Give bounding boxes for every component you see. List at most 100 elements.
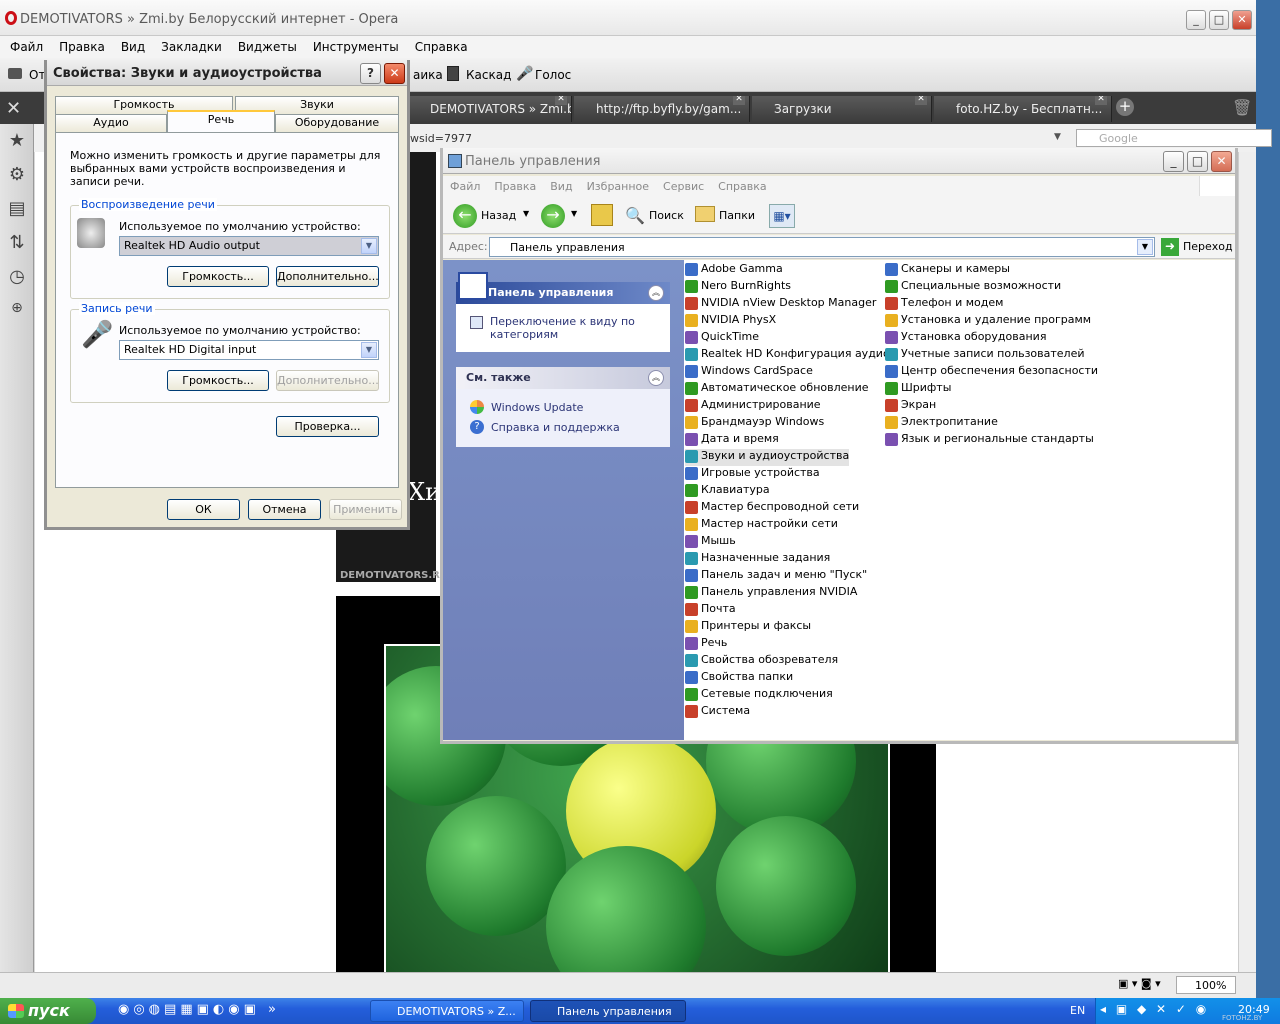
cp-item[interactable]: Назначенные задания: [685, 551, 830, 568]
menu-item[interactable]: Правка: [51, 38, 113, 56]
windows-icon[interactable]: ▤: [6, 198, 28, 220]
cp-minimize-button[interactable]: _: [1163, 151, 1184, 172]
recording-device-select[interactable]: Realtek HD Digital input ▼: [119, 340, 379, 360]
voice-button[interactable]: Голос: [535, 68, 571, 82]
cp-item[interactable]: Телефон и модем: [885, 296, 1003, 313]
playback-volume-button[interactable]: Громкость...: [167, 266, 269, 287]
cp-item[interactable]: Принтеры и факсы: [685, 619, 811, 636]
tab-downloads[interactable]: Загрузки ✕: [752, 96, 932, 122]
cp-item[interactable]: Игровые устройства: [685, 466, 820, 483]
cp-item[interactable]: Дата и время: [685, 432, 779, 449]
cp-item[interactable]: Система: [685, 704, 750, 721]
cp-item[interactable]: Учетные записи пользователей: [885, 347, 1085, 364]
forward-dropdown-icon[interactable]: ▼: [571, 209, 577, 218]
cp-menu-item[interactable]: Избранное: [580, 178, 656, 196]
cp-item[interactable]: Realtek HD Конфигурация аудио: [685, 347, 890, 364]
tab-foto[interactable]: foto.HZ.by - Бесплатн... ✕: [934, 96, 1112, 122]
cp-item[interactable]: Мастер настройки сети: [685, 517, 838, 534]
cp-close-button[interactable]: ✕: [1211, 151, 1232, 172]
address-field[interactable]: wsid=7977: [410, 132, 472, 145]
playback-device-select[interactable]: Realtek HD Audio output ▼: [119, 236, 379, 256]
page-vertical-scrollbar[interactable]: [1238, 152, 1256, 972]
cp-item[interactable]: Брандмауэр Windows: [685, 415, 824, 432]
cp-item[interactable]: Установка и удаление программ: [885, 313, 1091, 330]
cp-item[interactable]: Администрирование: [685, 398, 821, 415]
tray-icons[interactable]: ◂ ▣ ◆ ✕ ✓ ◉: [1100, 1002, 1209, 1016]
tab-hardware[interactable]: Оборудование: [275, 114, 399, 132]
tab-ftp[interactable]: http://ftp.byfly.by/gam... ✕: [574, 96, 750, 122]
cp-item[interactable]: NVIDIA nView Desktop Manager: [685, 296, 876, 313]
dropdown-arrow-icon[interactable]: ▼: [361, 342, 377, 358]
folders-button[interactable]: Папки: [719, 209, 755, 222]
menu-item[interactable]: Инструменты: [305, 38, 407, 56]
menu-item[interactable]: Виджеты: [230, 38, 305, 56]
transfers-icon[interactable]: ⇅: [6, 232, 28, 254]
switch-view-link[interactable]: Переключение к виду по категориям: [490, 315, 658, 341]
widgets-gear-icon[interactable]: ⚙: [6, 164, 28, 186]
cp-menu-item[interactable]: Правка: [487, 178, 543, 196]
trash-icon[interactable]: 🗑: [1232, 98, 1252, 117]
cp-menu-item[interactable]: Файл: [443, 178, 487, 196]
see-also-chevron-icon[interactable]: ︽: [648, 370, 664, 386]
cp-item[interactable]: Звуки и аудиоустройства: [685, 449, 850, 466]
dropdown-arrow-icon[interactable]: ▼: [361, 238, 377, 254]
cp-item[interactable]: Специальные возможности: [885, 279, 1061, 296]
cp-item[interactable]: Клавиатура: [685, 483, 770, 500]
maximize-button[interactable]: □: [1209, 10, 1229, 30]
address-input[interactable]: Панель управления ▼: [489, 237, 1155, 257]
back-dropdown-icon[interactable]: ▼: [523, 209, 529, 218]
back-button[interactable]: Назад: [481, 209, 516, 222]
minimize-button[interactable]: _: [1186, 10, 1206, 30]
go-arrow-icon[interactable]: ➜: [1161, 238, 1179, 256]
tab-close-icon[interactable]: ✕: [733, 96, 745, 105]
cp-item[interactable]: Сканеры и камеры: [885, 262, 1010, 279]
go-button[interactable]: Переход: [1183, 240, 1233, 253]
tab-close-icon[interactable]: ✕: [555, 96, 567, 105]
cp-item[interactable]: Панель задач и меню "Пуск": [685, 568, 867, 585]
taskbar-control-panel-button[interactable]: Панель управления: [530, 1000, 686, 1022]
cp-item[interactable]: Сетевые подключения: [685, 687, 833, 704]
cp-item[interactable]: NVIDIA PhysX: [685, 313, 776, 330]
status-icons[interactable]: ▣ ▾ ◙ ▾: [1118, 977, 1161, 990]
tab-close-icon[interactable]: ✕: [915, 96, 927, 105]
cascade-button[interactable]: Каскад: [466, 68, 511, 82]
cp-menu-item[interactable]: Справка: [711, 178, 773, 196]
recording-volume-button[interactable]: Громкость...: [167, 370, 269, 391]
cp-item[interactable]: Свойства обозревателя: [685, 653, 838, 670]
back-arrow-icon[interactable]: ←: [453, 204, 477, 228]
menu-item[interactable]: Закладки: [153, 38, 230, 56]
tab-demotivators[interactable]: DEMOTIVATORS » Zmi.b... ✕: [408, 96, 572, 122]
quick-launch[interactable]: ◉◎◍▤▦▣◐◉▣ »: [118, 1002, 338, 1020]
cp-item[interactable]: Шрифты: [885, 381, 951, 398]
tools-icon[interactable]: ✕: [6, 98, 21, 119]
cp-item[interactable]: Adobe Gamma: [685, 262, 783, 279]
search-icon[interactable]: 🔍: [625, 206, 645, 225]
cp-item[interactable]: Свойства папки: [685, 670, 793, 687]
playback-advanced-button[interactable]: Дополнительно...: [276, 266, 379, 287]
history-clock-icon[interactable]: ◷: [6, 266, 28, 288]
cp-menu-item[interactable]: Вид: [543, 178, 579, 196]
cp-item[interactable]: Панель управления NVIDIA: [685, 585, 857, 602]
cp-item[interactable]: Установка оборудования: [885, 330, 1046, 347]
bookmarks-star-icon[interactable]: ★: [6, 130, 28, 152]
language-indicator[interactable]: EN: [1070, 1004, 1085, 1017]
tab-audio[interactable]: Аудио: [55, 114, 167, 132]
collapse-chevron-icon[interactable]: ︽: [648, 285, 664, 301]
cp-item[interactable]: Почта: [685, 602, 736, 619]
cp-item[interactable]: Автоматическое обновление: [685, 381, 869, 398]
windows-update-link[interactable]: Windows Update: [491, 401, 583, 414]
menu-item[interactable]: Файл: [2, 38, 51, 56]
open-label[interactable]: От: [29, 68, 45, 82]
menu-item[interactable]: Вид: [113, 38, 153, 56]
ok-button[interactable]: ОК: [167, 499, 240, 520]
search-button[interactable]: Поиск: [649, 209, 684, 222]
tile-label[interactable]: аика: [413, 68, 443, 82]
cp-item[interactable]: Мастер беспроводной сети: [685, 500, 859, 517]
cp-maximize-button[interactable]: □: [1187, 151, 1208, 172]
new-tab-icon[interactable]: +: [1116, 98, 1134, 116]
cp-item[interactable]: Экран: [885, 398, 936, 415]
add-panel-icon[interactable]: ⊕: [6, 300, 28, 322]
forward-arrow-icon[interactable]: →: [541, 204, 565, 228]
tab-speech[interactable]: Речь: [167, 110, 275, 132]
cp-menu-item[interactable]: Сервис: [656, 178, 711, 196]
